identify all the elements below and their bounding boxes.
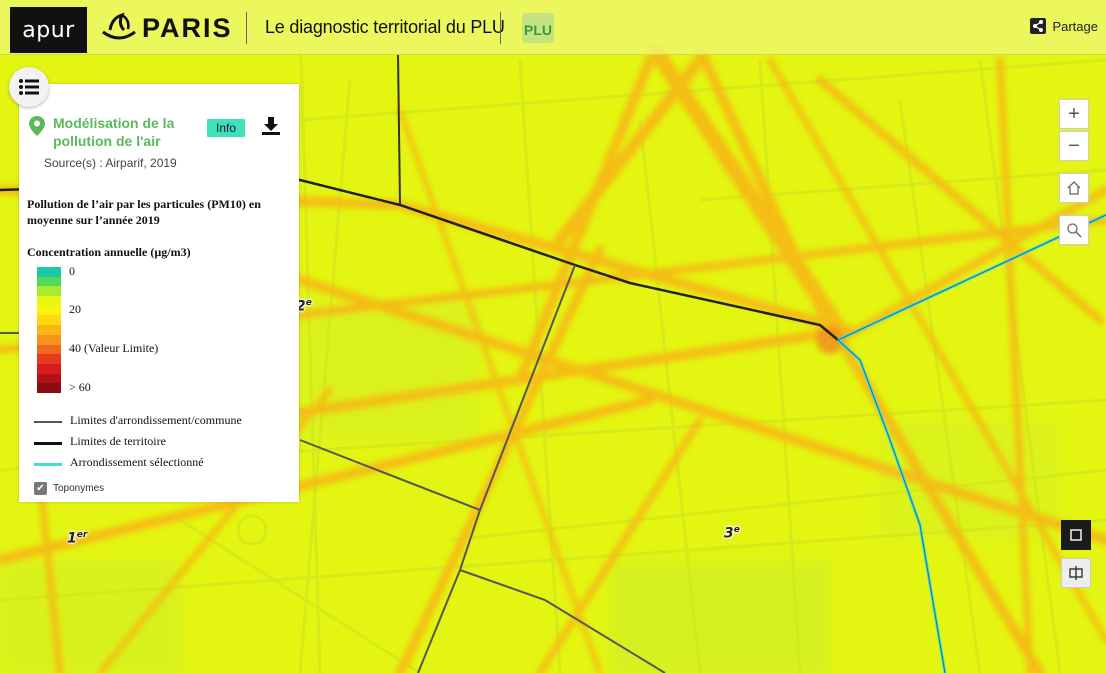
ramp-swatch-4 — [37, 305, 61, 316]
legend-panel: Modélisation de la pollution de l'air In… — [19, 84, 299, 502]
layer-title: Modélisation de la pollution de l'air — [53, 115, 175, 149]
legend-line-territoire: Limites de territoire — [34, 434, 294, 450]
ramp-swatch-2 — [37, 286, 61, 297]
plu-logo[interactable]: PLU — [519, 11, 557, 47]
ramp-label-60: > 60 — [69, 380, 91, 394]
search-button[interactable] — [1059, 215, 1089, 245]
share-button[interactable]: Partage — [1030, 18, 1098, 34]
checkbox-checked-icon[interactable]: ✔ — [34, 482, 47, 495]
basemap-square-button[interactable] — [1061, 520, 1091, 550]
ramp-swatch-7 — [37, 334, 61, 345]
color-ramp — [37, 267, 61, 393]
paris-wordmark: PARIS — [142, 12, 233, 43]
zoom-in-button[interactable]: + — [1059, 99, 1089, 129]
header-divider — [500, 12, 501, 44]
legend-line-arrondissement: Limites d'arrondissement/commune — [34, 413, 294, 429]
search-icon — [1067, 223, 1082, 238]
ramp-swatch-10 — [37, 363, 61, 374]
apur-logo[interactable]: apur — [10, 7, 87, 53]
ramp-swatch-5 — [37, 315, 61, 326]
home-icon — [1067, 181, 1081, 195]
line-swatch — [34, 442, 62, 445]
paris-ship-icon — [102, 12, 136, 40]
list-icon — [19, 79, 39, 95]
arrondissement-label-1: 1er — [67, 530, 88, 547]
ramp-swatch-1 — [37, 276, 61, 287]
arrondissement-label-3: 3e — [724, 525, 740, 542]
concentration-title: Concentration annuelle (µg/m3) — [27, 245, 191, 259]
paris-logo[interactable]: PARIS — [100, 11, 233, 45]
layer-source: Source(s) : Airparif, 2019 — [44, 156, 177, 170]
info-button[interactable]: Info — [207, 119, 246, 137]
square-icon — [1070, 529, 1082, 541]
ramp-swatch-11 — [37, 373, 61, 384]
share-label: Partage — [1052, 18, 1098, 34]
app-title: Le diagnostic territorial du PLU — [265, 17, 505, 37]
ramp-label-0: 0 — [69, 264, 75, 278]
svg-text:PLU: PLU — [524, 22, 552, 38]
header-divider — [246, 12, 247, 44]
ramp-swatch-9 — [37, 354, 61, 364]
ramp-swatch-0 — [37, 267, 61, 277]
home-button[interactable] — [1059, 173, 1089, 203]
split-view-button[interactable] — [1061, 558, 1091, 588]
map-pin-icon — [29, 116, 45, 136]
ramp-swatch-6 — [37, 325, 61, 335]
ramp-label-20: 20 — [69, 302, 81, 316]
ramp-swatch-12 — [37, 383, 61, 393]
ramp-swatch-8 — [37, 344, 61, 355]
download-icon[interactable] — [261, 116, 281, 136]
app-header: apur PARIS Le diagnostic territorial du … — [0, 0, 1106, 55]
toponymes-toggle[interactable]: ✔ Toponymes — [34, 482, 104, 495]
ramp-swatch-3 — [37, 296, 61, 306]
split-view-icon — [1069, 566, 1083, 580]
line-swatch — [34, 463, 62, 466]
layers-menu-button[interactable] — [9, 67, 49, 107]
line-swatch — [34, 421, 62, 423]
share-icon — [1030, 18, 1047, 34]
toponymes-label: Toponymes — [53, 483, 105, 494]
legend-title: Pollution de l’air par les particules (P… — [27, 197, 261, 227]
ramp-label-40: 40 (Valeur Limite) — [69, 341, 159, 355]
zoom-out-button[interactable]: − — [1059, 131, 1089, 161]
legend-line-selected: Arrondissement sélectionné — [34, 455, 294, 471]
